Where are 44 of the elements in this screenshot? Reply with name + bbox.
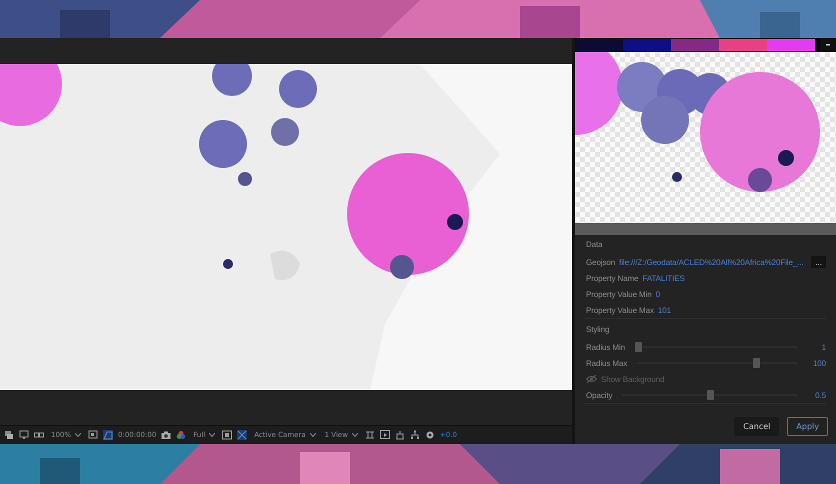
caret-icon — [352, 433, 358, 437]
dialog-button[interactable]: Cancel — [734, 417, 780, 436]
field-value: FATALITIES — [642, 274, 685, 282]
browse-button[interactable]: ... — [811, 256, 826, 268]
color-swatch[interactable] — [671, 39, 719, 51]
slider-value: 100 — [812, 358, 826, 368]
caret-icon — [75, 433, 82, 437]
section-title: Data — [585, 239, 604, 251]
mask-icon[interactable] — [103, 430, 114, 440]
monitor-icon[interactable] — [19, 430, 29, 440]
field-label: Property Value Max — [586, 306, 654, 314]
section-title: Styling — [585, 324, 610, 336]
field-label: Property Name — [586, 274, 638, 282]
field-label: Geojson — [586, 258, 616, 266]
slider-label: Radius Min — [586, 342, 626, 352]
field-label: Property Value Min — [586, 290, 652, 298]
field-value: 0 — [656, 290, 660, 298]
camera-icon[interactable] — [161, 430, 172, 440]
field-value: file:///Z:/Geodata/ACLED%20All%20Africa%20File_... — [619, 258, 804, 266]
slider-thumb[interactable] — [635, 342, 642, 352]
caret-icon — [209, 433, 216, 437]
frame-icon[interactable] — [88, 430, 98, 440]
color-wheel-icon[interactable] — [176, 430, 186, 440]
slider-thumb[interactable] — [752, 358, 760, 368]
slider-thumb[interactable] — [706, 390, 714, 400]
color-swatch[interactable] — [767, 39, 815, 51]
pixel-ratio-icon[interactable] — [364, 430, 375, 440]
slider-value: 1 — [820, 342, 826, 352]
color-swatch[interactable] — [623, 39, 671, 51]
dialog-button[interactable]: Apply — [787, 417, 828, 436]
slider-value: 0.5 — [814, 390, 826, 400]
caret-icon — [310, 433, 316, 437]
transparency-grid-icon[interactable] — [237, 430, 248, 440]
slider-label: Opacity — [586, 390, 612, 400]
glasses-icon[interactable] — [34, 430, 44, 440]
color-swatch[interactable] — [575, 39, 623, 51]
settings-icon[interactable] — [424, 430, 435, 440]
slider-label: Radius Max — [586, 358, 628, 368]
layers-icon[interactable] — [4, 430, 14, 440]
flowchart-icon[interactable] — [410, 430, 420, 440]
fast-preview-icon[interactable] — [380, 430, 390, 440]
field-value: 101 — [658, 306, 671, 314]
region-icon[interactable] — [222, 430, 232, 440]
color-swatch[interactable] — [719, 39, 767, 51]
